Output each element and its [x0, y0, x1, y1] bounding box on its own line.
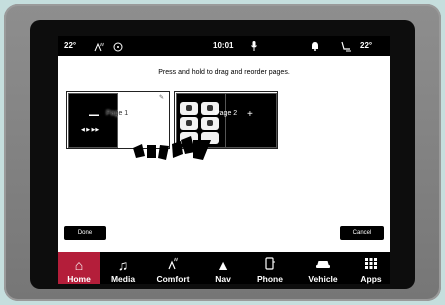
page2-label: Page 2	[215, 110, 238, 117]
nav-comfort-label: Comfort	[156, 274, 190, 284]
page2-app-card	[180, 117, 198, 130]
apps-grid-icon	[364, 257, 378, 272]
page2-add-widget: +	[225, 93, 277, 148]
edit-icon[interactable]: ✎	[159, 94, 164, 101]
drag-arrow-icon	[133, 136, 211, 160]
music-note-icon: ♫	[117, 257, 129, 273]
home-icon: ⌂	[74, 257, 84, 273]
phone-icon	[264, 257, 276, 272]
seat-heater-icon	[166, 257, 180, 272]
page2-app-card	[201, 117, 219, 130]
notification-bell-icon[interactable]	[311, 41, 319, 53]
heated-wheel-icon[interactable]	[94, 41, 106, 54]
nav-vehicle-label: Vehicle	[308, 274, 338, 284]
microphone-icon[interactable]	[251, 41, 257, 53]
nav-nav-label: Nav	[215, 274, 231, 284]
nav-phone-label: Phone	[257, 274, 283, 284]
nav-phone[interactable]: Phone	[246, 252, 294, 284]
nav-apps-label: Apps	[360, 274, 382, 284]
reorder-instruction: Press and hold to drag and reorder pages…	[158, 69, 290, 76]
page2-app-card	[180, 102, 198, 115]
cancel-button[interactable]: Cancel	[340, 226, 384, 240]
nav-home[interactable]: ⌂ Home	[58, 252, 100, 284]
page1-label: Page 1	[106, 110, 129, 117]
page1-widget-text: ▬▬	[89, 112, 99, 118]
page1-media-widget: ▬▬ ◀ ▶ ▶▶	[68, 93, 118, 148]
nav-apps[interactable]: Apps	[352, 252, 390, 284]
infotainment-screen: 22° 10:01 22° Press and hold to drag and…	[58, 36, 390, 284]
passenger-seat-icon[interactable]	[340, 41, 352, 54]
page1-playback-controls: ◀ ▶ ▶▶	[81, 127, 100, 133]
driver-temperature[interactable]: 22°	[64, 41, 76, 50]
heated-seat-icon[interactable]	[113, 41, 123, 54]
nav-media[interactable]: ♫ Media	[102, 252, 144, 284]
nav-media-label: Media	[110, 274, 136, 284]
status-bar: 22° 10:01 22°	[58, 36, 390, 56]
nav-home-label: Home	[67, 274, 91, 284]
passenger-temperature[interactable]: 22°	[360, 41, 372, 50]
navigation-arrow-icon: ▲	[216, 257, 230, 273]
nav-vehicle[interactable]: Vehicle	[298, 252, 348, 284]
bottom-navigation: ⌂ Home ♫ Media Comfort ▲ Nav Phone Vehic…	[58, 252, 390, 284]
add-widget-icon[interactable]: +	[247, 109, 253, 120]
done-button[interactable]: Done	[64, 226, 106, 240]
nav-comfort[interactable]: Comfort	[147, 252, 199, 284]
car-icon	[315, 258, 331, 272]
clock: 10:01	[213, 41, 234, 50]
nav-navigation[interactable]: ▲ Nav	[204, 252, 242, 284]
